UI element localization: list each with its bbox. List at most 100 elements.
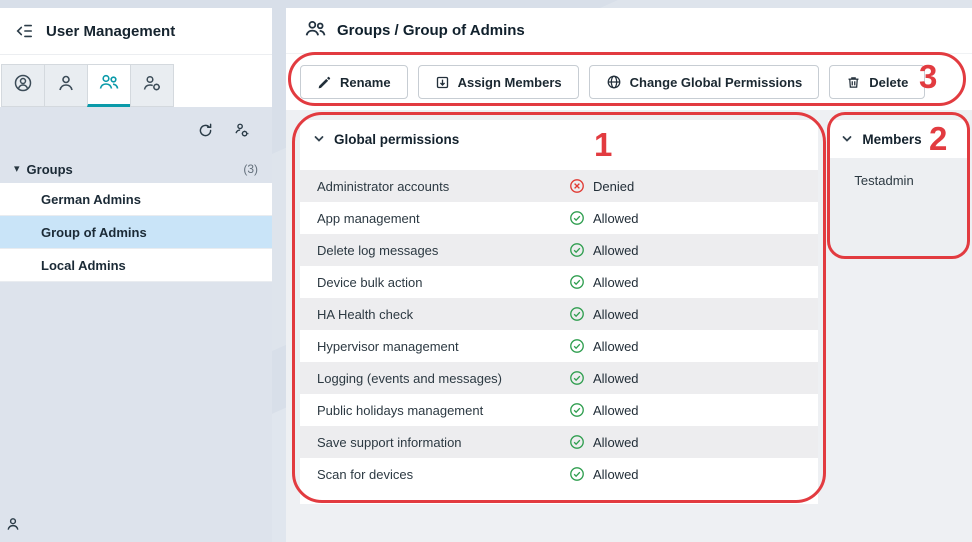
main-header: Groups / Group of Admins [286, 8, 972, 54]
rename-button[interactable]: Rename [300, 65, 408, 99]
members-header[interactable]: Members [828, 120, 968, 158]
allowed-check-circle-icon [569, 434, 585, 450]
trash-icon [846, 75, 861, 90]
users-group-icon [304, 18, 327, 44]
sidebar-title: User Management [46, 23, 175, 40]
allowed-check-circle-icon [569, 306, 585, 322]
chevron-down-icon [841, 133, 853, 145]
permission-name: Public holidays management [317, 403, 569, 418]
members-title: Members [862, 132, 921, 147]
tree-items: German Admins Group of Admins Local Admi… [0, 183, 272, 282]
permission-status: Denied [569, 178, 634, 194]
tree-item[interactable]: German Admins [0, 183, 272, 216]
pencil-icon [317, 75, 332, 90]
collapse-sidebar-icon[interactable] [15, 22, 33, 40]
rename-button-label: Rename [340, 75, 391, 90]
tree-root-count: (3) [243, 162, 258, 176]
tree-item[interactable]: Group of Admins [0, 216, 272, 249]
tree-item-label: Group of Admins [41, 225, 147, 240]
delete-button-label: Delete [869, 75, 908, 90]
triangle-down-icon: ▾ [14, 164, 20, 175]
permission-status: Allowed [569, 434, 639, 450]
allowed-check-circle-icon [569, 466, 585, 482]
permission-status-text: Allowed [593, 371, 639, 386]
allowed-check-circle-icon [569, 402, 585, 418]
denied-cross-circle-icon [569, 178, 585, 194]
allowed-check-circle-icon [569, 210, 585, 226]
members-list: Testadmin [828, 158, 968, 256]
main-panel: Groups / Group of Admins Rename A [286, 8, 972, 542]
permission-row: Save support information Allowed [300, 426, 818, 458]
users-group-icon [98, 72, 120, 97]
toolbar: Rename Assign Members Change Global Perm… [286, 54, 972, 110]
permission-status-text: Allowed [593, 243, 639, 258]
tab-users[interactable] [44, 64, 88, 107]
permission-name: Scan for devices [317, 467, 569, 482]
assign-members-button[interactable]: Assign Members [418, 65, 579, 99]
tab-user-profile[interactable] [1, 64, 45, 107]
permission-status-text: Denied [593, 179, 634, 194]
tree-item-label: Local Admins [41, 258, 126, 273]
permission-row: Scan for devices Allowed [300, 458, 818, 490]
change-global-permissions-button[interactable]: Change Global Permissions [589, 65, 820, 99]
permission-name: Save support information [317, 435, 569, 450]
permission-status: Allowed [569, 274, 639, 290]
permission-row: Hypervisor management Allowed [300, 330, 818, 362]
tree-root-label: Groups [27, 162, 73, 177]
tab-roles[interactable] [130, 64, 174, 107]
assign-members-button-label: Assign Members [458, 75, 562, 90]
assign-members-icon [435, 75, 450, 90]
permission-status: Allowed [569, 242, 639, 258]
permission-row: App management Allowed [300, 202, 818, 234]
permission-row: Device bulk action Allowed [300, 266, 818, 298]
permission-name: Hypervisor management [317, 339, 569, 354]
allowed-check-circle-icon [569, 338, 585, 354]
permissions-list: Administrator accounts Denied App manage… [300, 170, 818, 504]
allowed-check-circle-icon [569, 274, 585, 290]
chevron-down-icon [313, 133, 325, 145]
global-permissions-header[interactable]: Global permissions [300, 120, 818, 158]
permission-name: HA Health check [317, 307, 569, 322]
profile-person-icon[interactable] [5, 516, 21, 532]
permission-name: Device bulk action [317, 275, 569, 290]
delete-button[interactable]: Delete [829, 65, 925, 99]
tab-groups[interactable] [87, 64, 131, 107]
permission-status-text: Allowed [593, 467, 639, 482]
permission-row: HA Health check Allowed [300, 298, 818, 330]
permission-status-text: Allowed [593, 339, 639, 354]
permission-status-text: Allowed [593, 307, 639, 322]
permission-status: Allowed [569, 466, 639, 482]
user-settings-gear-icon[interactable] [232, 121, 250, 139]
user-gear-icon [142, 73, 162, 98]
permission-row: Public holidays management Allowed [300, 394, 818, 426]
permission-status: Allowed [569, 210, 639, 226]
user-circle-icon [13, 73, 33, 98]
content-area: Global permissions Administrator account… [286, 110, 972, 542]
permission-row: Administrator accounts Denied [300, 170, 818, 202]
refresh-icon[interactable] [197, 122, 214, 139]
breadcrumb: Groups / Group of Admins [337, 22, 525, 39]
allowed-check-circle-icon [569, 242, 585, 258]
permission-status-text: Allowed [593, 211, 639, 226]
user-icon [56, 73, 76, 98]
page: User Management [0, 0, 972, 542]
sidebar: User Management [0, 8, 272, 542]
sidebar-tab-bar [0, 55, 272, 107]
sidebar-header: User Management [0, 8, 272, 55]
permission-status-text: Allowed [593, 275, 639, 290]
permission-status-text: Allowed [593, 435, 639, 450]
permission-name: App management [317, 211, 569, 226]
member-item[interactable]: Testadmin [854, 173, 958, 188]
permission-status-text: Allowed [593, 403, 639, 418]
permission-status: Allowed [569, 370, 639, 386]
global-permissions-title: Global permissions [334, 132, 459, 147]
globe-icon [606, 74, 622, 90]
members-panel: Members Testadmin [828, 120, 968, 256]
allowed-check-circle-icon [569, 370, 585, 386]
permission-name: Logging (events and messages) [317, 371, 569, 386]
permission-status: Allowed [569, 402, 639, 418]
tree-item[interactable]: Local Admins [0, 249, 272, 282]
tree-root-groups[interactable]: ▾ Groups (3) [0, 155, 272, 183]
permission-row: Delete log messages Allowed [300, 234, 818, 266]
global-permissions-panel: Global permissions Administrator account… [300, 120, 818, 504]
